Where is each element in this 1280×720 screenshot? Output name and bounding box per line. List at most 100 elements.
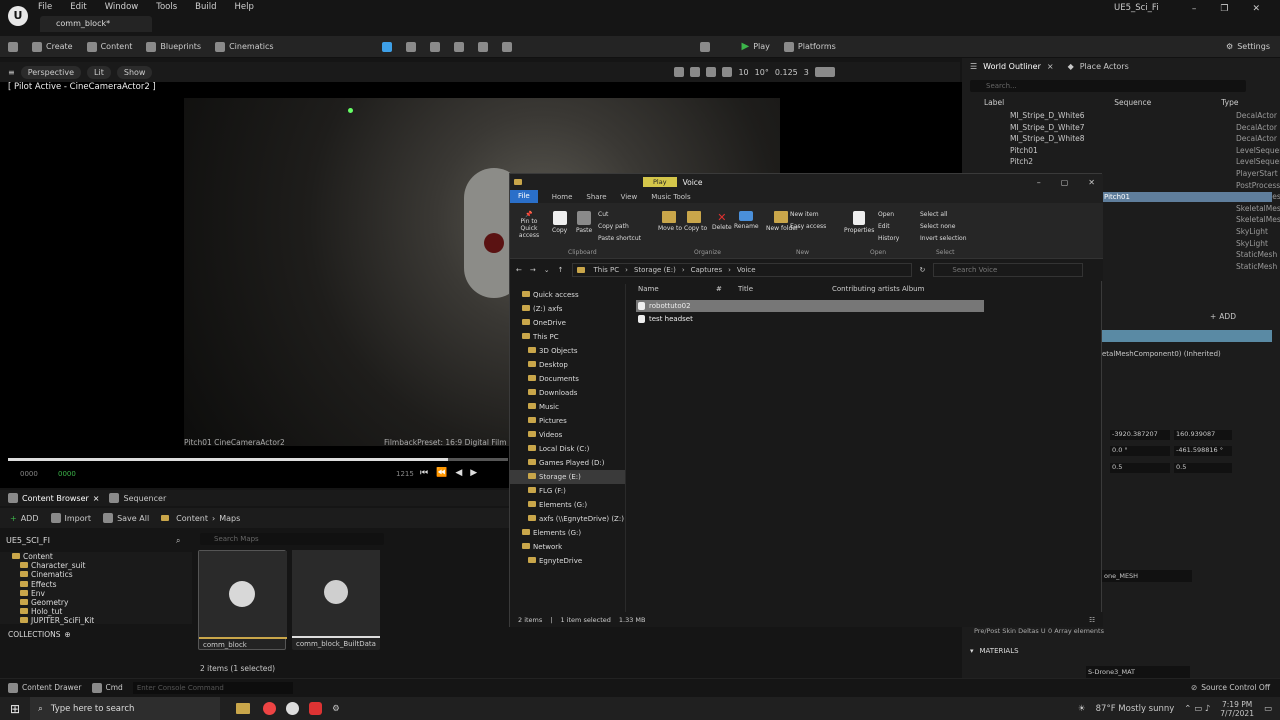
outliner-row[interactable]: MI_Stripe_D_White6 DecalActor	[962, 110, 1277, 122]
tree-item[interactable]: Character_suit	[12, 561, 192, 570]
pin-quick-access-button[interactable]: 📌 Pin to Quick access	[514, 211, 544, 239]
menu-help[interactable]: Help	[235, 2, 254, 12]
copy-button[interactable]: Copy	[552, 211, 567, 234]
nav-item[interactable]: Elements (G:)	[510, 498, 625, 512]
nav-item[interactable]: Games Played (D:)	[510, 456, 625, 470]
clock[interactable]: 7:19 PM 7/7/2021	[1220, 700, 1254, 718]
col-sequence[interactable]: Sequence	[1114, 98, 1151, 107]
breadcrumb-maps[interactable]: Maps	[219, 514, 240, 523]
console-input[interactable]: Enter Console Command	[132, 681, 293, 694]
nav-item[interactable]: Music	[510, 400, 625, 414]
refresh-icon[interactable]: ↻	[920, 266, 926, 274]
forward-arrow-icon[interactable]: →	[530, 266, 536, 274]
blueprints-button[interactable]: Blueprints	[146, 41, 201, 52]
details-view-icon[interactable]: ☷	[1089, 616, 1095, 624]
scale-icon[interactable]	[706, 67, 717, 77]
tree-item[interactable]: Env	[12, 589, 192, 598]
back-arrow-icon[interactable]: ←	[516, 266, 522, 274]
menu-edit[interactable]: Edit	[70, 2, 86, 12]
menu-window[interactable]: Window	[105, 2, 139, 12]
ribbon-tab-view[interactable]: View	[621, 193, 638, 201]
ribbon-tab-home[interactable]: Home	[552, 193, 573, 201]
camera-speed-value[interactable]: 3	[804, 68, 809, 77]
tree-item[interactable]: Holo_tut	[12, 607, 192, 616]
properties-button[interactable]: Properties	[844, 211, 874, 234]
path-segment[interactable]: This PC	[594, 266, 620, 274]
copy-path-button[interactable]: Copy path	[598, 221, 641, 233]
play-context-tab[interactable]: Play	[643, 177, 677, 187]
col-label[interactable]: Label	[984, 98, 1004, 107]
address-bar[interactable]: This PC › Storage (E:) › Captures › Voice	[571, 263, 912, 277]
grid-snap-value[interactable]: 10	[738, 68, 748, 77]
tab-sequencer[interactable]: Sequencer	[109, 493, 166, 503]
play-button[interactable]: ▶ Play	[742, 41, 770, 52]
outliner-row[interactable]: MI_Stripe_D_White8 DecalActor	[962, 133, 1277, 145]
move-to-button[interactable]: Move to	[658, 211, 682, 232]
app-taskbar-icon[interactable]	[309, 702, 323, 715]
select-mode-icon[interactable]	[381, 41, 392, 52]
add-collection-icon[interactable]: ⊕	[65, 630, 71, 639]
unreal-taskbar-icon[interactable]	[286, 702, 300, 715]
nav-item[interactable]: Documents	[510, 372, 625, 386]
outliner-row[interactable]: Pitch2 LevelSequer	[962, 156, 1280, 168]
component-selected-bar[interactable]	[1102, 330, 1272, 342]
location-x-field[interactable]: -3920.387207	[1110, 430, 1170, 440]
geometry-mode-icon[interactable]	[501, 41, 512, 52]
file-row[interactable]: robottuto02	[636, 300, 984, 312]
close-icon[interactable]: ×	[1047, 62, 1054, 71]
scale-y-field[interactable]: 0.5	[1174, 463, 1232, 473]
minimize-icon[interactable]: –	[1192, 4, 1197, 14]
path-segment[interactable]: Storage (E:)	[634, 266, 676, 274]
ribbon-tab-share[interactable]: Share	[586, 193, 606, 201]
nav-item[interactable]: Storage (E:)	[510, 470, 625, 484]
maximize-icon[interactable]: ❐	[1220, 4, 1228, 14]
layout-icon[interactable]	[814, 67, 835, 77]
materials-section[interactable]: ▾ MATERIALS	[970, 647, 1019, 655]
chevron-down-icon[interactable]: ⌄	[544, 266, 550, 274]
content-drawer-button[interactable]: Content Drawer	[8, 682, 82, 693]
show-button[interactable]: Show	[116, 65, 153, 79]
tree-item[interactable]: Content	[12, 552, 192, 561]
tab-content-browser[interactable]: Content Browser ×	[8, 493, 99, 503]
path-segment[interactable]: Voice	[737, 266, 756, 274]
tab-world-outliner[interactable]: World Outliner	[983, 62, 1041, 71]
tab-place-actors[interactable]: Place Actors	[1080, 62, 1129, 71]
menu-file[interactable]: File	[38, 2, 52, 12]
rename-button[interactable]: Rename	[734, 211, 759, 230]
maximize-icon[interactable]: ▢	[1061, 178, 1069, 187]
landscape-mode-icon[interactable]	[405, 41, 416, 52]
scale-x-field[interactable]: 0.5	[1110, 463, 1170, 473]
save-all-button[interactable]: Save All	[103, 513, 149, 523]
breadcrumb-content[interactable]: Content	[176, 514, 208, 523]
rotation-x-field[interactable]: 0.0 °	[1110, 446, 1170, 456]
play-icon[interactable]: ▶	[470, 468, 477, 478]
nav-item[interactable]: Quick access	[510, 288, 625, 302]
mesh-dropdown[interactable]: one_MESH	[1102, 570, 1192, 582]
translate-icon[interactable]	[674, 67, 685, 77]
tree-item[interactable]: Effects	[12, 580, 192, 589]
paint-mode-icon[interactable]	[453, 41, 464, 52]
foliage-mode-icon[interactable]	[429, 41, 440, 52]
nav-item[interactable]: Elements (G:)	[510, 526, 625, 540]
nav-item[interactable]: Network	[510, 540, 625, 554]
prev-key-icon[interactable]: ⏪	[436, 468, 447, 478]
perspective-button[interactable]: Perspective	[20, 65, 82, 79]
select-all-button[interactable]: Select all	[920, 209, 967, 221]
add-button[interactable]: + ADD	[10, 514, 39, 523]
lit-button[interactable]: Lit	[87, 65, 111, 79]
content-button[interactable]: Content	[86, 41, 132, 52]
paste-button[interactable]: Paste	[576, 211, 592, 234]
hamburger-icon[interactable]: ≡	[8, 68, 15, 77]
asset-tile[interactable]: comm_block_BuiltData	[292, 550, 380, 650]
rotation-snap-value[interactable]: 10°	[755, 68, 769, 77]
outliner-search-input[interactable]: Search...	[970, 80, 1246, 92]
file-explorer-taskbar-icon[interactable]	[236, 703, 251, 714]
nav-item[interactable]: 3D Objects	[510, 344, 625, 358]
rotate-icon[interactable]	[690, 67, 701, 77]
outliner-row[interactable]: MI_Stripe_D_White7 DecalActor	[962, 122, 1277, 134]
tray-icons[interactable]: ⌃ ▭ ♪	[1184, 704, 1210, 714]
cinematics-button[interactable]: Cinematics	[215, 41, 274, 52]
invert-selection-button[interactable]: Invert selection	[920, 233, 967, 245]
tree-item[interactable]: Cinematics	[12, 570, 192, 579]
col-number[interactable]: #	[716, 285, 738, 293]
